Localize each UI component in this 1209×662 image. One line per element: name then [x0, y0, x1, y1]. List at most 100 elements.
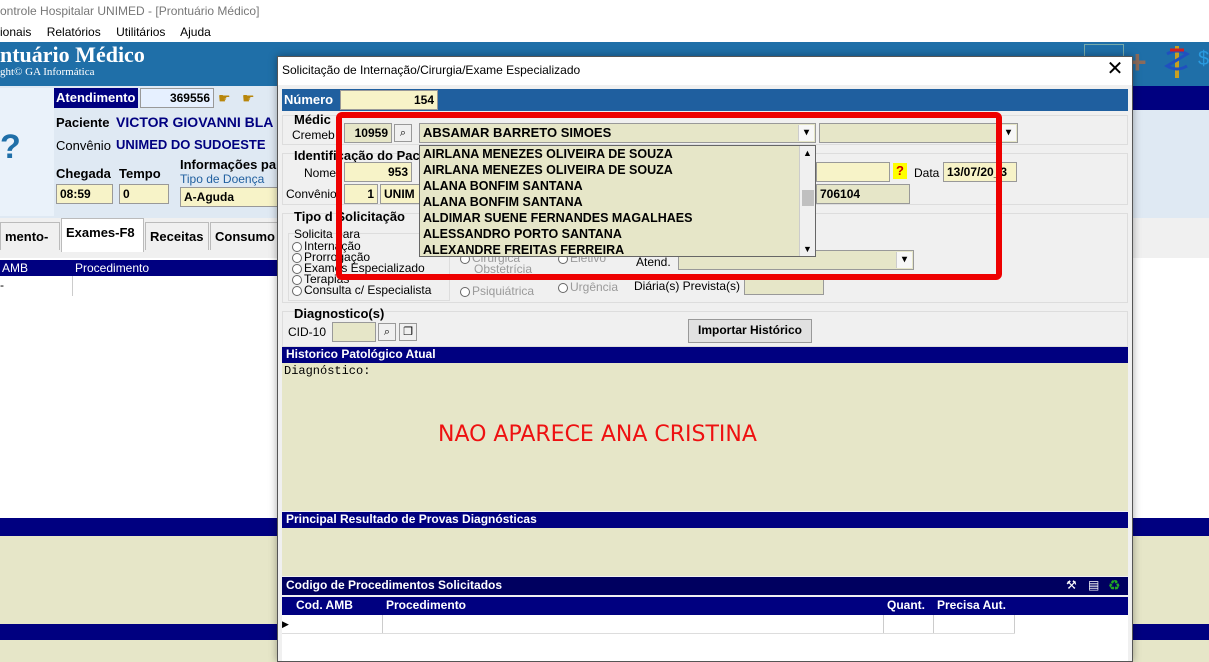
cremeb-field[interactable]: 10959	[344, 123, 392, 143]
grid-header-amb: AMB	[2, 261, 29, 275]
resultado-textarea[interactable]	[282, 528, 1128, 576]
chevron-down-icon[interactable]: ▾	[798, 125, 814, 141]
hand-icon-2[interactable]: ☛	[242, 90, 255, 107]
especialidade-combobox[interactable]: ▾	[819, 123, 1018, 143]
copy-icon[interactable]: ❐	[399, 323, 417, 341]
medico-option[interactable]: ALEXANDRE FREITAS FERREIRA	[420, 242, 815, 258]
photo-placeholder-icon: ?	[0, 128, 21, 166]
app-copyright: ght© GA Informática	[0, 66, 95, 78]
close-icon[interactable]: ✕	[1104, 59, 1126, 81]
bg-right-panel	[1130, 110, 1209, 218]
annotation-text: NAO APARECE ANA CRISTINA	[438, 422, 757, 447]
medico-combobox[interactable]: ABSAMAR BARRETO SIMOES ▾	[419, 123, 816, 143]
nome-field[interactable]	[816, 162, 890, 182]
radio-icon[interactable]	[292, 252, 302, 263]
bg-grid-header: AMB Procedimento	[0, 260, 280, 276]
radio-icon[interactable]	[292, 263, 302, 274]
data-field[interactable]: 13/07/20_3	[943, 162, 1017, 182]
scroll-up-icon[interactable]: ▲	[800, 146, 815, 160]
grid-divider	[72, 276, 73, 296]
procedimentos-grid[interactable]	[282, 615, 1128, 661]
chegada-label: Chegada	[56, 166, 111, 181]
carteira-field[interactable]: 706104	[816, 184, 910, 204]
resultado-bar: Principal Resultado de Provas Diagnóstic…	[282, 512, 1128, 528]
help-icon[interactable]: ?	[893, 163, 907, 179]
medico-dropdown-list[interactable]: AIRLANA MENEZES OLIVEIRA DE SOUZA AIRLAN…	[419, 145, 816, 257]
proc-col-divider-3	[933, 615, 934, 633]
hand-icon[interactable]: ☛	[218, 90, 231, 107]
proc-col-divider	[382, 615, 383, 633]
convenio-name-field[interactable]: UNIM	[380, 184, 420, 204]
numero-label: Número	[284, 92, 334, 107]
cid-label: CID-10	[288, 325, 327, 339]
medico-option[interactable]: AIRLANA MENEZES OLIVEIRA DE SOUZA	[420, 146, 815, 162]
solicitacao-dialog: Solicitação de Internação/Cirurgia/Exame…	[277, 56, 1133, 662]
caduceus-icon[interactable]	[1162, 44, 1192, 80]
medico-option[interactable]: ALANA BONFIM SANTANA	[420, 194, 815, 210]
chevron-down-icon-2[interactable]: ▾	[1000, 125, 1016, 141]
scroll-thumb[interactable]	[801, 190, 814, 206]
binoculars-icon-2[interactable]: ⌕	[378, 323, 396, 341]
convenio-code-field[interactable]: 1	[344, 184, 378, 204]
radio-icon[interactable]	[558, 282, 568, 293]
radio-urgencia[interactable]: Urgência	[558, 280, 618, 294]
radio-icon[interactable]	[292, 285, 302, 296]
tab-exames[interactable]: Exames-F8	[61, 218, 144, 252]
tab-consumo[interactable]: Consumo	[210, 222, 280, 250]
historico-text: Diagnóstico:	[284, 364, 371, 378]
importar-historico-button[interactable]: Importar Histórico	[688, 319, 812, 343]
atendimento-field[interactable]: 369556	[140, 88, 214, 108]
grid-cell: -	[0, 278, 4, 292]
tools-icon[interactable]: ⚒	[1066, 578, 1077, 592]
bg-grid	[0, 258, 280, 518]
binoculars-icon[interactable]: ⌕	[394, 124, 412, 142]
nome-label: Nome	[304, 166, 337, 180]
extra-icon[interactable]: $	[1198, 48, 1209, 80]
medico-option[interactable]: AIRLANA MENEZES OLIVEIRA DE SOUZA	[420, 162, 815, 178]
bg-right-bar	[1130, 86, 1209, 110]
paciente-name: VICTOR GIOVANNI BLA	[116, 114, 274, 130]
row-indicator-icon: ▶	[282, 619, 289, 629]
nome-code-field[interactable]: 953	[344, 162, 412, 182]
scroll-down-icon[interactable]: ▼	[800, 242, 815, 256]
menu-item-cadastros[interactable]: ionais	[0, 25, 31, 39]
radio-icon[interactable]	[292, 241, 302, 252]
menu-item-utilitarios[interactable]: Utilitários	[116, 25, 165, 39]
bg-right-grid	[1130, 258, 1209, 518]
medico-option[interactable]: ALDIMAR SUENE FERNANDES MAGALHAES	[420, 210, 815, 226]
radio-consulta[interactable]: Consulta c/ Especialista	[292, 284, 431, 296]
diagnostico-label: Diagnostico(s)	[294, 306, 385, 321]
menu-item-relatorios[interactable]: Relatórios	[47, 25, 101, 39]
carater-options: Cirúrgica Obstetrícia Psiquiátrica	[460, 252, 534, 297]
menu-bar: ionais Relatórios Utilitários Ajuda	[0, 22, 1209, 42]
cremeb-label: Cremeb	[292, 128, 335, 142]
diarias-field[interactable]	[744, 275, 824, 295]
radio-icon[interactable]	[292, 274, 302, 285]
numero-field[interactable]: 154	[340, 90, 438, 110]
medico-option[interactable]: ALESSANDRO PORTO SANTANA	[420, 226, 815, 242]
window-title: ontrole Hospitalar UNIMED - [Prontuário …	[0, 4, 260, 18]
dropdown-scrollbar[interactable]: ▲ ▼	[799, 146, 815, 256]
radio-icon[interactable]	[460, 286, 470, 297]
recycle-icon[interactable]: ♻	[1108, 577, 1121, 594]
radio-psiquiatrica[interactable]: Psiquiátrica	[460, 285, 534, 297]
atendimento-label: Atendimento	[54, 88, 138, 108]
tipo-solicitacao-label: Tipo d Solicitação	[294, 209, 406, 224]
tempo-field[interactable]: 0	[119, 184, 169, 204]
tipo-doenca-label: Tipo de Doença	[180, 172, 265, 186]
medico-option[interactable]: ALANA BONFIM SANTANA	[420, 178, 815, 194]
document-icon[interactable]: ▤	[1088, 578, 1099, 592]
cid-field[interactable]	[332, 322, 376, 342]
chevron-down-icon-3[interactable]: ▾	[896, 252, 912, 268]
tipo-doenca-field[interactable]: A-Aguda	[180, 187, 278, 207]
menu-item-ajuda[interactable]: Ajuda	[180, 25, 211, 39]
medico-combobox-value: ABSAMAR BARRETO SIMOES	[423, 125, 612, 140]
tab-procedimento[interactable]: mento-F8	[0, 222, 60, 272]
paciente-label: Paciente	[56, 115, 110, 130]
dialog-title: Solicitação de Internação/Cirurgia/Exame…	[282, 63, 581, 77]
proc-row-divider	[282, 633, 1015, 634]
app-title: ntuário Médico	[0, 42, 145, 67]
tab-receitas[interactable]: Receitas	[145, 222, 209, 250]
radio-obstetricia[interactable]: Obstetrícia	[460, 263, 534, 275]
chegada-field[interactable]: 08:59	[56, 184, 113, 204]
